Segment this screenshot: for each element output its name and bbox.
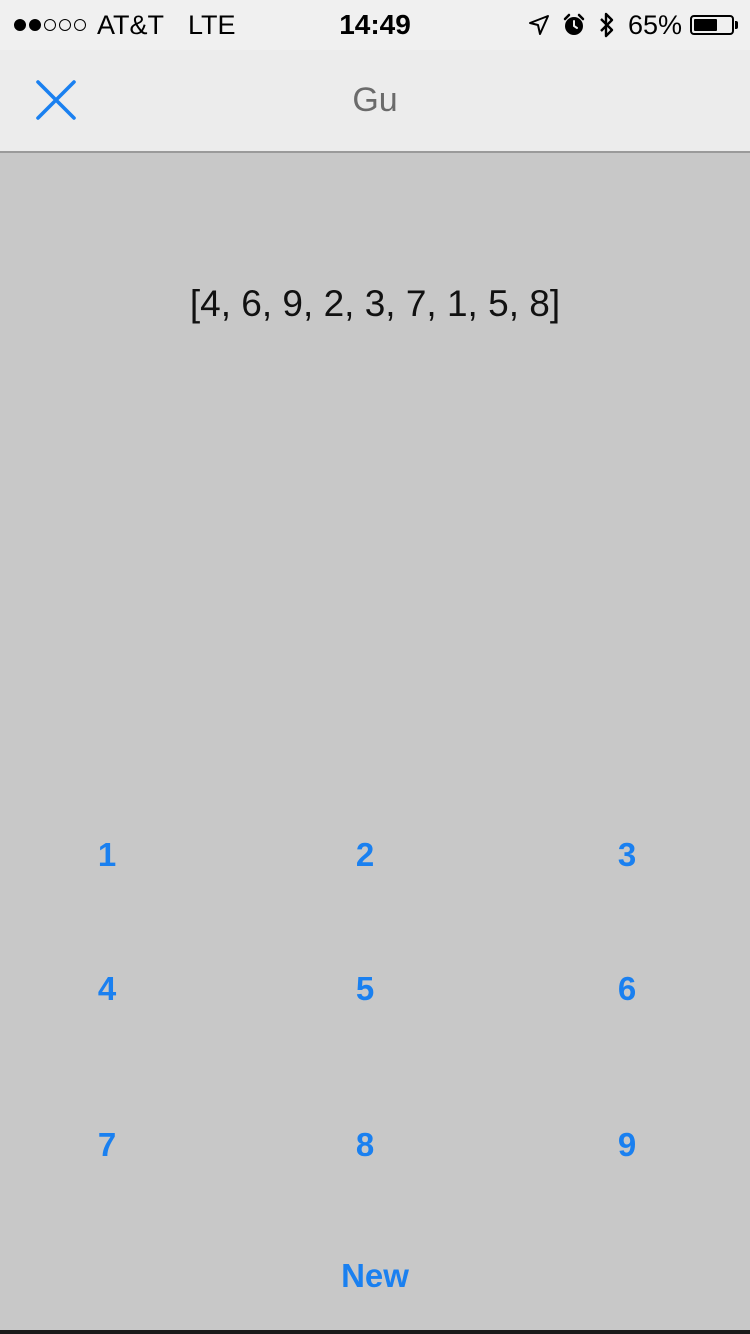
navigation-bar: Gu (0, 50, 750, 153)
key-5[interactable]: 5 (305, 959, 425, 1019)
bottom-divider (0, 1330, 750, 1334)
key-3[interactable]: 3 (567, 825, 687, 885)
key-7[interactable]: 7 (47, 1115, 167, 1175)
key-4[interactable]: 4 (47, 959, 167, 1019)
key-6[interactable]: 6 (567, 959, 687, 1019)
new-button[interactable]: New (275, 1246, 475, 1306)
array-display: [4, 6, 9, 2, 3, 7, 1, 5, 8] (189, 283, 561, 324)
key-2[interactable]: 2 (305, 825, 425, 885)
bluetooth-icon (598, 11, 616, 39)
location-arrow-icon (528, 14, 550, 36)
battery-level-fill (694, 19, 718, 31)
status-right: 65% (516, 0, 738, 50)
status-bar: AT&T LTE 14:49 65% (0, 0, 750, 50)
nav-title: Gu (352, 81, 398, 119)
battery-percent: 65% (627, 9, 682, 40)
key-1[interactable]: 1 (47, 825, 167, 885)
key-8[interactable]: 8 (305, 1115, 425, 1175)
battery-icon (690, 15, 738, 35)
key-9[interactable]: 9 (567, 1115, 687, 1175)
alarm-clock-icon (562, 13, 586, 37)
